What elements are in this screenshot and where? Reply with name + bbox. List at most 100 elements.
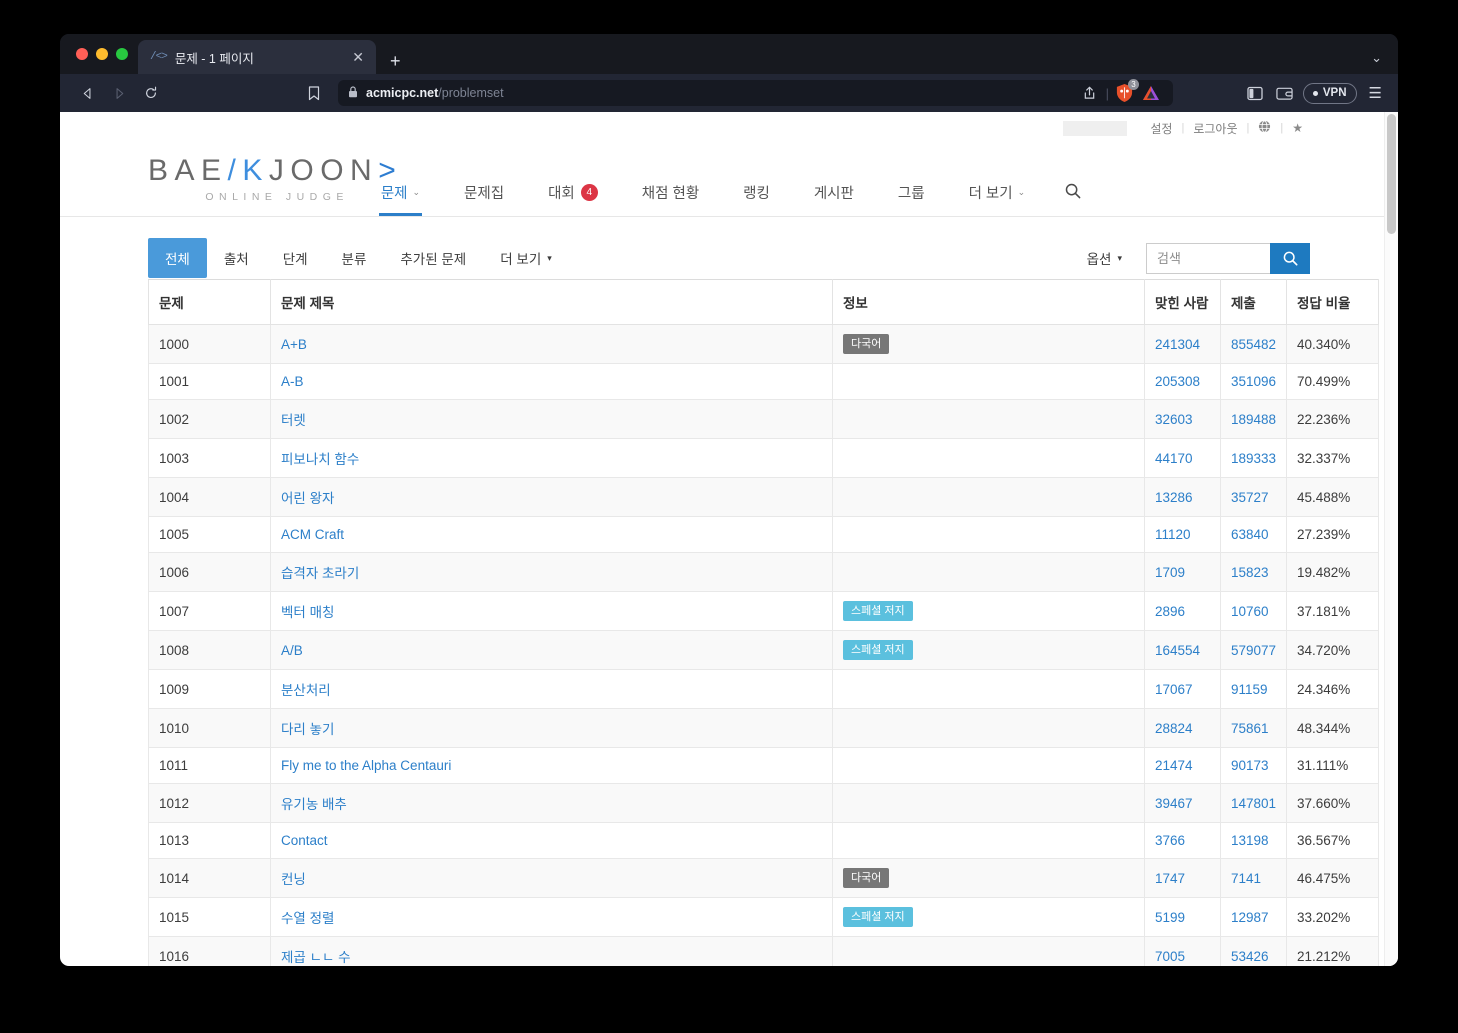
hamburger-menu-icon[interactable]: ☰	[1363, 84, 1386, 102]
url-bar[interactable]: acmicpc.net/problemset | 3	[338, 79, 1173, 106]
column-header-rate[interactable]: 정답 비율	[1286, 279, 1379, 325]
solved-count-link[interactable]: 5199	[1155, 910, 1185, 925]
nav-item-problem-sets[interactable]: 문제집	[442, 182, 526, 216]
solved-count-link[interactable]: 3766	[1155, 833, 1185, 848]
submission-count-link[interactable]: 63840	[1231, 527, 1269, 542]
options-dropdown[interactable]: 옵션 ▾	[1087, 248, 1122, 268]
problem-title-link[interactable]: 터렛	[281, 413, 306, 428]
solved-count-link[interactable]: 241304	[1155, 337, 1200, 352]
solved-count-link[interactable]: 28824	[1155, 721, 1193, 736]
brave-rewards-triangle-icon[interactable]	[1139, 81, 1163, 105]
problem-title-link[interactable]: A/B	[281, 643, 303, 658]
problem-title-link[interactable]: Fly me to the Alpha Centauri	[281, 758, 451, 773]
problem-title-link[interactable]: 습격자 초라기	[281, 566, 359, 581]
solved-count-link[interactable]: 205308	[1155, 374, 1200, 389]
filter-chip-step[interactable]: 단계	[266, 238, 325, 278]
vpn-button[interactable]: VPN	[1302, 82, 1357, 104]
solved-count-link[interactable]: 7005	[1155, 949, 1185, 964]
filter-chip-all[interactable]: 전체	[148, 238, 207, 278]
page-scrollbar-thumb[interactable]	[1387, 114, 1396, 234]
bookmark-icon[interactable]	[298, 85, 330, 101]
browser-tab[interactable]: /<> 문제 - 1 페이지 ✕	[138, 40, 376, 74]
filter-chip-added-problems[interactable]: 추가된 문제	[383, 238, 483, 278]
filter-chip-source[interactable]: 출처	[207, 238, 266, 278]
problem-title-link[interactable]: Contact	[281, 833, 328, 848]
submission-count-link[interactable]: 75861	[1231, 721, 1269, 736]
submission-count-link[interactable]: 10760	[1231, 604, 1269, 619]
search-submit-button[interactable]	[1270, 242, 1310, 274]
solved-count-link[interactable]: 13286	[1155, 490, 1193, 505]
submission-count-link[interactable]: 90173	[1231, 758, 1269, 773]
nav-item-ranking[interactable]: 랭킹	[721, 182, 792, 216]
close-tab-icon[interactable]: ✕	[348, 50, 368, 64]
problem-title-link[interactable]: 어린 왕자	[281, 491, 334, 506]
column-header-title[interactable]: 문제 제목	[270, 279, 833, 325]
chevron-down-icon[interactable]: ⌄	[1371, 50, 1382, 66]
nav-item-status[interactable]: 채점 현황	[620, 182, 721, 216]
solved-count-link[interactable]: 1709	[1155, 565, 1185, 580]
submission-count-link[interactable]: 7141	[1231, 871, 1261, 886]
submission-count-link[interactable]: 15823	[1231, 565, 1269, 580]
problem-title-link[interactable]: 유기농 배추	[281, 797, 347, 812]
submission-count-link[interactable]: 855482	[1231, 337, 1276, 352]
page-scrollbar-track[interactable]	[1384, 112, 1398, 966]
problem-title-link[interactable]: A-B	[281, 374, 304, 389]
nav-item-board[interactable]: 게시판	[792, 182, 876, 216]
solved-count-link[interactable]: 2896	[1155, 604, 1185, 619]
solved-count-link[interactable]: 39467	[1155, 796, 1193, 811]
problem-title-link[interactable]: 다리 놓기	[281, 722, 334, 737]
share-icon[interactable]	[1078, 81, 1102, 105]
filter-chip-category[interactable]: 분류	[325, 238, 384, 278]
search-input[interactable]	[1146, 242, 1270, 274]
submission-count-link[interactable]: 13198	[1231, 833, 1269, 848]
back-button[interactable]	[72, 80, 102, 106]
column-header-info[interactable]: 정보	[832, 279, 1145, 325]
solved-count-link[interactable]: 21474	[1155, 758, 1193, 773]
close-window-button[interactable]	[76, 48, 88, 60]
logout-link[interactable]: 로그아웃	[1184, 120, 1246, 137]
problem-title-link[interactable]: 컨닝	[281, 872, 306, 887]
problem-title-link[interactable]: ACM Craft	[281, 527, 344, 542]
submission-count-link[interactable]: 189488	[1231, 412, 1276, 427]
solved-count-link[interactable]: 44170	[1155, 451, 1193, 466]
sidebar-toggle-icon[interactable]	[1243, 81, 1267, 105]
column-header-submissions[interactable]: 제출	[1220, 279, 1287, 325]
problem-title-link[interactable]: 벡터 매칭	[281, 605, 334, 620]
filter-chip-more[interactable]: 더 보기 ▾	[483, 238, 569, 278]
reload-button[interactable]	[136, 80, 166, 106]
globe-icon[interactable]	[1249, 120, 1280, 136]
wallet-icon[interactable]	[1273, 81, 1297, 105]
maximize-window-button[interactable]	[116, 48, 128, 60]
solved-count-link[interactable]: 164554	[1155, 643, 1200, 658]
nav-search-icon[interactable]	[1047, 183, 1099, 216]
column-header-id[interactable]: 문제	[148, 279, 271, 325]
problem-title-link[interactable]: 수열 정렬	[281, 911, 334, 926]
forward-button[interactable]	[104, 80, 134, 106]
submission-count-link[interactable]: 91159	[1231, 682, 1268, 697]
minimize-window-button[interactable]	[96, 48, 108, 60]
submission-count-link[interactable]: 579077	[1231, 643, 1276, 658]
solved-count-link[interactable]: 11120	[1155, 527, 1191, 542]
solved-count-link[interactable]: 32603	[1155, 412, 1193, 427]
problem-title-link[interactable]: A+B	[281, 337, 307, 352]
submission-count-link[interactable]: 189333	[1231, 451, 1276, 466]
solved-count-link[interactable]: 1747	[1155, 871, 1185, 886]
submission-count-link[interactable]: 147801	[1231, 796, 1276, 811]
problem-title-link[interactable]: 제곱 ㄴㄴ 수	[281, 950, 351, 965]
submission-count-link[interactable]: 35727	[1231, 490, 1269, 505]
nav-item-groups[interactable]: 그룹	[876, 182, 947, 216]
problem-title-link[interactable]: 피보나치 함수	[281, 452, 359, 467]
nav-item-more[interactable]: 더 보기 ⌄	[947, 182, 1048, 216]
star-icon[interactable]: ★	[1283, 121, 1312, 135]
settings-link[interactable]: 설정	[1141, 120, 1181, 137]
submission-count-link[interactable]: 12987	[1231, 910, 1269, 925]
solved-count-link[interactable]: 17067	[1155, 682, 1193, 697]
submission-count-link[interactable]: 351096	[1231, 374, 1276, 389]
nav-item-contests[interactable]: 대회 4	[526, 182, 620, 216]
new-tab-button[interactable]: +	[376, 52, 411, 74]
column-header-solved[interactable]: 맞힌 사람	[1144, 279, 1221, 325]
problem-title-link[interactable]: 분산처리	[281, 683, 331, 698]
nav-item-problems[interactable]: 문제 ⌄	[359, 182, 442, 216]
submission-count-link[interactable]: 53426	[1231, 949, 1269, 964]
brave-shields-icon[interactable]: 3	[1113, 79, 1139, 104]
